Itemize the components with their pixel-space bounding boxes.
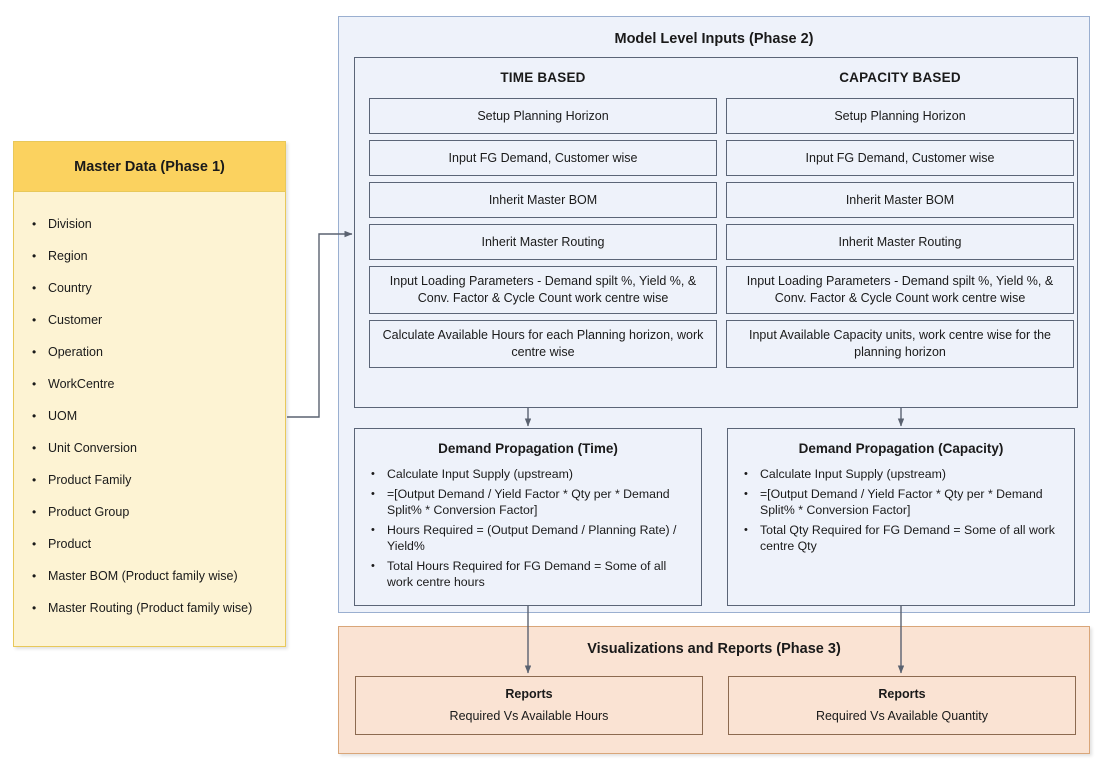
step-input-fg-demand-capacity[interactable]: Input FG Demand, Customer wise [726, 140, 1074, 176]
master-data-title: Master Data (Phase 1) [14, 142, 285, 192]
demand-propagation-time-title: Demand Propagation (Time) [438, 441, 618, 456]
step-inherit-master-routing-capacity[interactable]: Inherit Master Routing [726, 224, 1074, 260]
report-quantity-title: Reports [878, 687, 926, 701]
list-item: Calculate Input Supply (upstream) [728, 466, 1064, 483]
phase3-title: Visualizations and Reports (Phase 3) [587, 641, 841, 657]
report-quantity-subtitle: Required Vs Available Quantity [815, 709, 989, 723]
list-item: Division [14, 208, 285, 240]
step-setup-planning-horizon-capacity[interactable]: Setup Planning Horizon [726, 98, 1074, 134]
report-box-quantity[interactable]: Reports Required Vs Available Quantity [728, 676, 1076, 735]
step-input-loading-parameters-capacity[interactable]: Input Loading Parameters - Demand spilt … [726, 266, 1074, 314]
step-input-fg-demand-time[interactable]: Input FG Demand, Customer wise [369, 140, 717, 176]
time-based-column: TIME BASED Setup Planning Horizon Input … [369, 58, 717, 374]
list-item: Customer [14, 304, 285, 336]
list-item: WorkCentre [14, 368, 285, 400]
list-item: Total Hours Required for FG Demand = Som… [355, 558, 691, 591]
master-data-list: Division Region Country Customer Operati… [14, 192, 285, 624]
list-item: Region [14, 240, 285, 272]
step-inherit-master-routing-time[interactable]: Inherit Master Routing [369, 224, 717, 260]
master-data-panel: Master Data (Phase 1) Division Region Co… [13, 141, 286, 647]
demand-propagation-capacity-box: Demand Propagation (Capacity) Calculate … [727, 428, 1075, 606]
based-methods-container: TIME BASED Setup Planning Horizon Input … [354, 57, 1078, 408]
list-item: UOM [14, 400, 285, 432]
list-item: Hours Required = (Output Demand / Planni… [355, 522, 691, 555]
list-item: Calculate Input Supply (upstream) [355, 466, 691, 483]
list-item: Operation [14, 336, 285, 368]
step-calculate-available-hours[interactable]: Calculate Available Hours for each Plann… [369, 320, 717, 368]
capacity-based-heading: CAPACITY BASED [839, 70, 961, 85]
visualizations-reports-panel: Visualizations and Reports (Phase 3) Rep… [338, 626, 1090, 754]
list-item: Product Group [14, 496, 285, 528]
list-item: =[Output Demand / Yield Factor * Qty per… [728, 486, 1064, 519]
list-item: Total Qty Required for FG Demand = Some … [728, 522, 1064, 555]
list-item: Master Routing (Product family wise) [14, 592, 285, 624]
demand-propagation-capacity-list: Calculate Input Supply (upstream) =[Outp… [728, 466, 1074, 555]
step-inherit-master-bom-capacity[interactable]: Inherit Master BOM [726, 182, 1074, 218]
list-item: Product Family [14, 464, 285, 496]
list-item: =[Output Demand / Yield Factor * Qty per… [355, 486, 691, 519]
phase2-title: Model Level Inputs (Phase 2) [614, 31, 814, 47]
step-inherit-master-bom-time[interactable]: Inherit Master BOM [369, 182, 717, 218]
report-hours-title: Reports [505, 687, 553, 701]
step-input-available-capacity[interactable]: Input Available Capacity units, work cen… [726, 320, 1074, 368]
time-based-heading: TIME BASED [500, 70, 586, 85]
step-input-loading-parameters-time[interactable]: Input Loading Parameters - Demand spilt … [369, 266, 717, 314]
report-hours-subtitle: Required Vs Available Hours [449, 709, 609, 723]
demand-propagation-time-box: Demand Propagation (Time) Calculate Inpu… [354, 428, 702, 606]
diagram-canvas: Master Data (Phase 1) Division Region Co… [0, 0, 1103, 768]
list-item: Unit Conversion [14, 432, 285, 464]
demand-propagation-capacity-title: Demand Propagation (Capacity) [798, 441, 1004, 456]
list-item: Product [14, 528, 285, 560]
step-setup-planning-horizon-time[interactable]: Setup Planning Horizon [369, 98, 717, 134]
list-item: Master BOM (Product family wise) [14, 560, 285, 592]
demand-propagation-time-list: Calculate Input Supply (upstream) =[Outp… [355, 466, 701, 591]
capacity-based-column: CAPACITY BASED Setup Planning Horizon In… [726, 58, 1074, 374]
report-box-hours[interactable]: Reports Required Vs Available Hours [355, 676, 703, 735]
list-item: Country [14, 272, 285, 304]
